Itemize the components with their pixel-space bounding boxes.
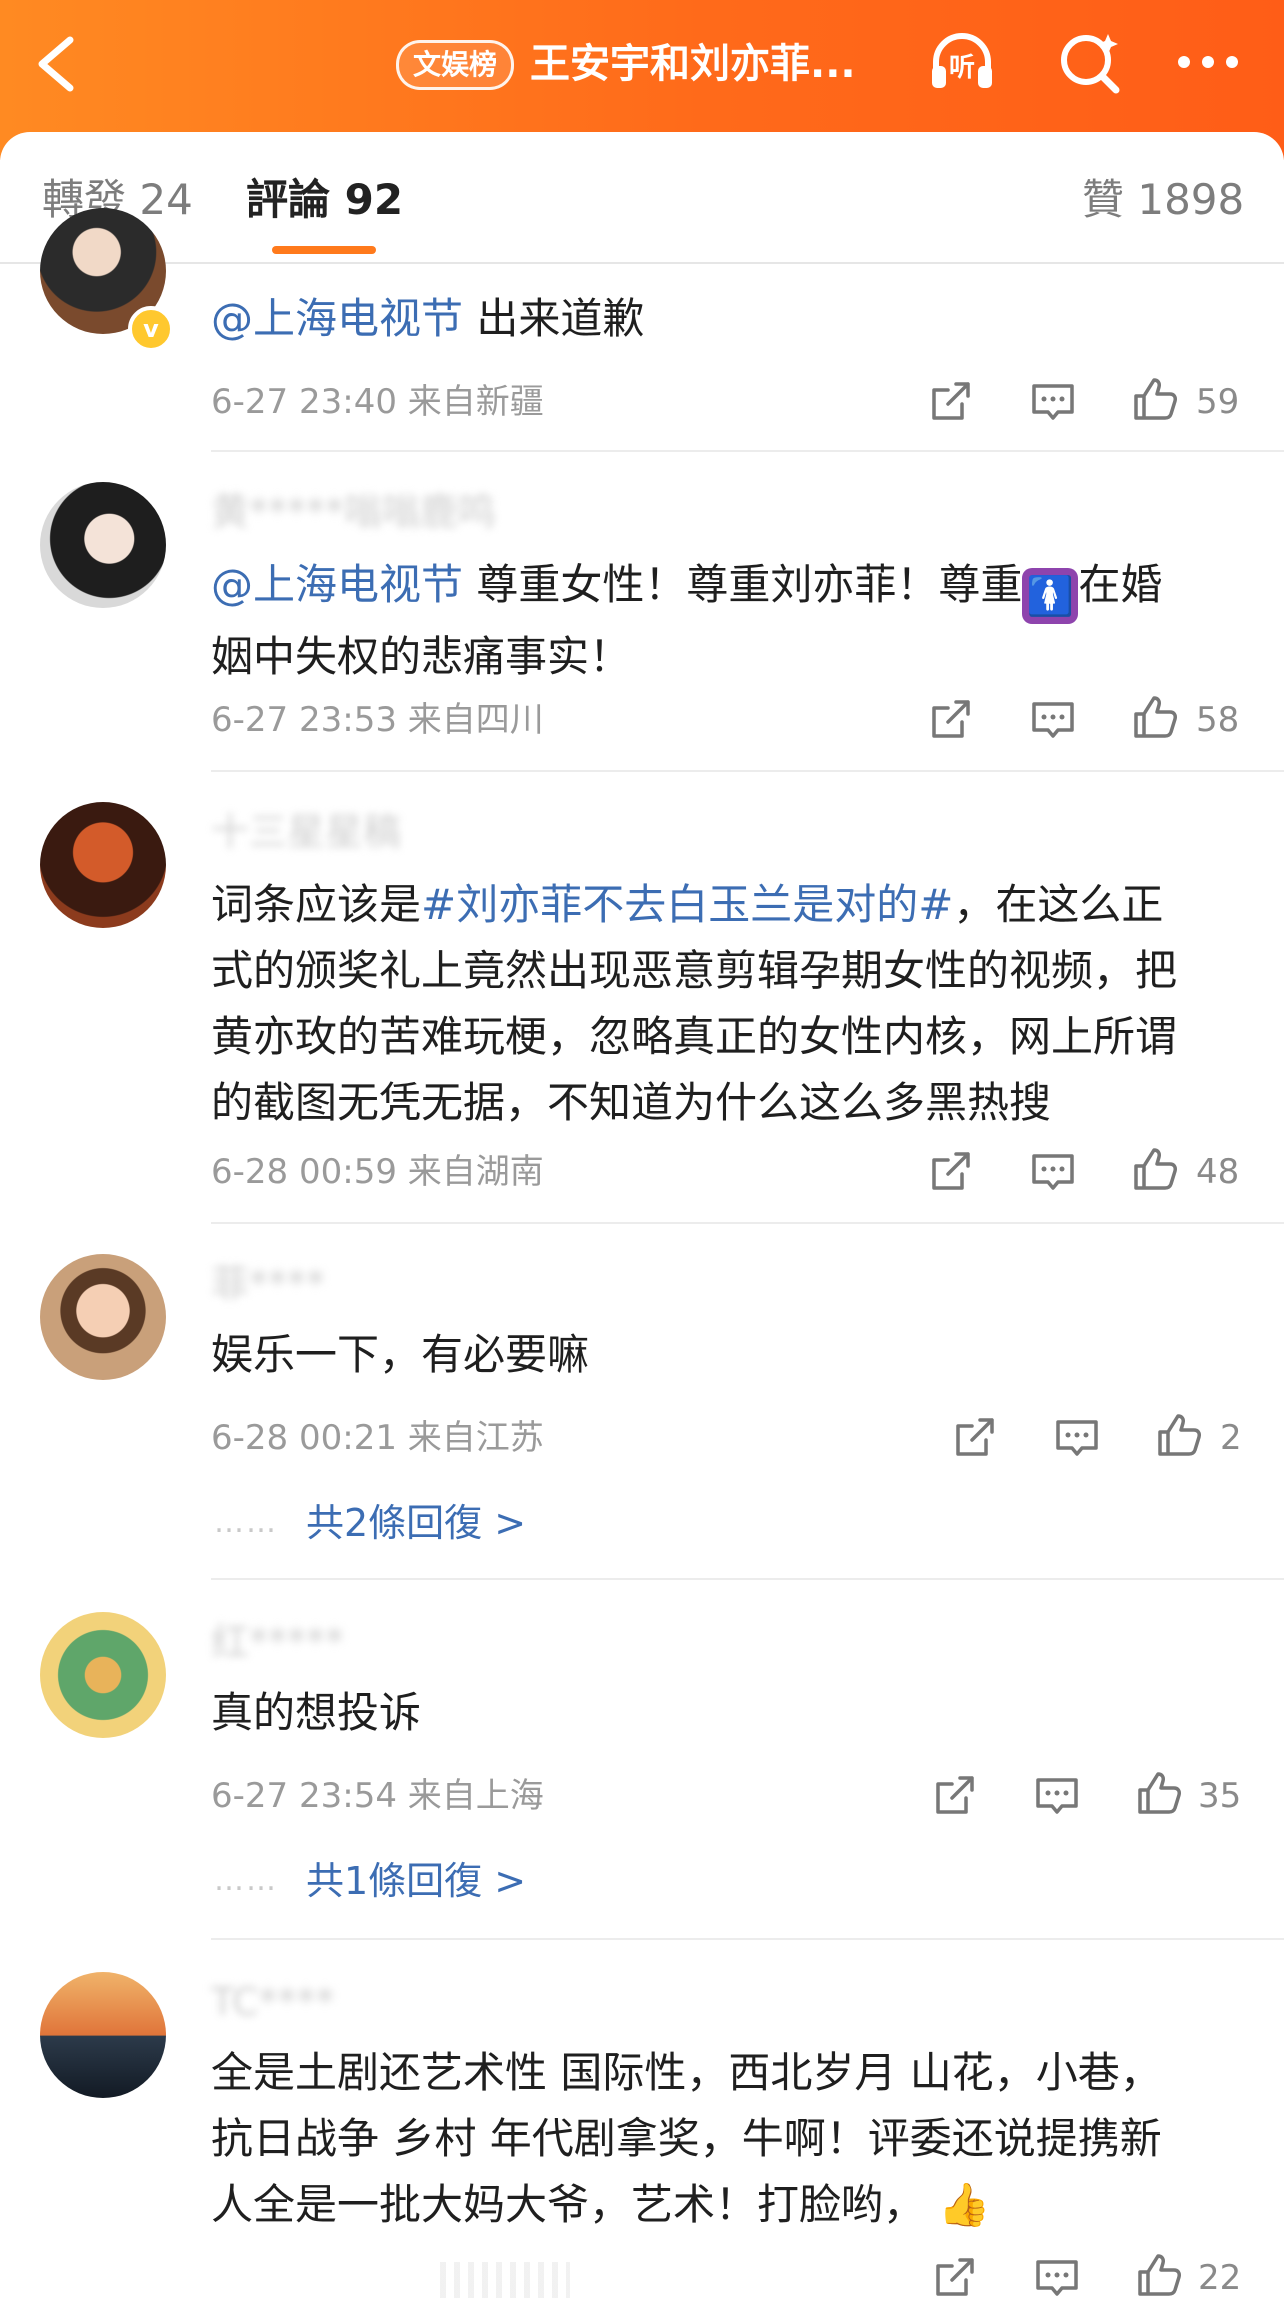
like-count: 59	[1196, 382, 1240, 422]
hashtag-link[interactable]: #刘亦菲不去白玉兰是对的#	[421, 880, 953, 929]
page-title: 王安宇和刘亦菲...	[530, 41, 856, 87]
share-icon[interactable]	[926, 376, 976, 426]
avatar[interactable]	[40, 482, 166, 608]
thumbs-up-icon[interactable]	[1130, 1144, 1180, 1194]
tabs-divider	[0, 262, 1284, 264]
comment-icon[interactable]	[1032, 1770, 1082, 1820]
comment-meta: 6-27 23:40 来自新疆	[211, 380, 544, 424]
username[interactable]: 十三星星稿	[211, 808, 401, 856]
comment-location: 来自江苏	[407, 1418, 544, 1458]
search-sparkle-icon	[1061, 34, 1120, 94]
mention-link[interactable]: @上海电视节	[211, 560, 463, 609]
comment-time: 6-27 23:53	[211, 700, 397, 740]
like-count: 35	[1198, 1776, 1242, 1816]
comment-icon[interactable]	[1028, 694, 1078, 744]
tab-likes[interactable]: 贊 1898	[1082, 170, 1244, 230]
like-count: 48	[1196, 1152, 1240, 1192]
username[interactable]: 黄*****嗡嗡鹿鸣	[211, 488, 496, 536]
replies-dots: ……	[214, 1505, 278, 1540]
avatar[interactable]	[40, 802, 166, 928]
chevron-left-icon	[38, 36, 74, 92]
like-count: 58	[1196, 700, 1240, 740]
comment-time: 6-28 00:21	[211, 1418, 397, 1458]
comment-meta: 6-27 23:54 来自上海	[211, 1774, 544, 1818]
view-replies-link[interactable]: 共1條回復 >	[306, 1856, 526, 1906]
tab-bar: 轉發 24 評論 92 贊 1898	[0, 132, 1284, 264]
comment-time: 6-28 00:59	[211, 1152, 397, 1192]
comment-text: 真的想投诉	[211, 1688, 422, 1737]
comment-time: 6-27 23:54	[211, 1776, 397, 1816]
comment-text: 娱乐一下，有必要嘛	[211, 1330, 590, 1379]
more-button[interactable]	[1172, 26, 1244, 98]
username[interactable]: 红*****	[211, 1618, 344, 1666]
verified-badge: v	[128, 306, 174, 352]
thumbs-up-icon[interactable]	[1130, 692, 1180, 742]
comment-meta: 6-28 00:21 来自江苏	[211, 1416, 544, 1460]
svg-text:听: 听	[949, 53, 975, 83]
comment-text: @上海电视节 尊重女性！尊重刘亦菲！尊重 🚺 在婚 姻中失权的悲痛事实！	[211, 560, 1163, 681]
listen-button[interactable]: 听	[926, 26, 998, 98]
tab-comments[interactable]: 評論 92	[246, 170, 403, 230]
thumbs-up-icon[interactable]	[1134, 1768, 1184, 1818]
headphones-icon: 听	[932, 33, 992, 88]
divider	[211, 1938, 1284, 1940]
comment-meta: 6-27 23:53 来自四川	[211, 698, 544, 742]
share-icon[interactable]	[950, 1412, 1000, 1462]
divider	[211, 770, 1284, 772]
avatar[interactable]	[40, 1612, 166, 1738]
mention-link[interactable]: @上海电视节	[211, 294, 463, 343]
share-icon[interactable]	[930, 1770, 980, 1820]
share-icon[interactable]	[930, 2252, 980, 2302]
divider	[211, 1222, 1284, 1224]
comment-icon[interactable]	[1028, 1146, 1078, 1196]
more-dots-icon	[1178, 56, 1238, 68]
active-tab-indicator	[272, 246, 376, 254]
thumbs-up-icon[interactable]	[1134, 2250, 1184, 2300]
search-button[interactable]	[1054, 26, 1126, 98]
comment-icon[interactable]	[1032, 2252, 1082, 2302]
username[interactable]: 菲****	[211, 1260, 325, 1308]
comment-text: 全是土剧还艺术性 国际性，西北岁月 山花，小巷， 抗日战争 乡村 年代剧拿奖，牛啊…	[211, 2048, 1162, 2229]
view-replies-link[interactable]: 共2條回復 >	[306, 1498, 526, 1548]
thumbs-up-icon[interactable]	[1154, 1410, 1204, 1460]
avatar[interactable]	[40, 1254, 166, 1380]
comment-text: @上海电视节 出来道歉	[211, 294, 645, 343]
avatar[interactable]	[40, 1972, 166, 2098]
comment-meta: 6-28 00:59 来自湖南	[211, 1150, 544, 1194]
comment-location: 来自湖南	[407, 1152, 544, 1192]
comment-location: 来自新疆	[407, 382, 544, 422]
divider	[211, 1578, 1284, 1580]
like-count: 2	[1220, 1418, 1242, 1458]
like-count: 22	[1198, 2258, 1242, 2298]
share-icon[interactable]	[926, 1146, 976, 1196]
comment-icon[interactable]	[1028, 376, 1078, 426]
replies-dots: ……	[214, 1863, 278, 1898]
comment-time: 6-27 23:40	[211, 382, 397, 422]
share-icon[interactable]	[926, 694, 976, 744]
comment-text: 词条应该是#刘亦菲不去白玉兰是对的#，在这么正 式的颁奖礼上竟然出现恶意剪辑孕期女…	[211, 880, 1178, 1127]
hot-list-badge[interactable]: 文娱榜	[396, 40, 515, 90]
divider	[211, 450, 1284, 452]
thumbs-up-emoji: 👍	[938, 2180, 991, 2229]
thumbs-up-icon[interactable]	[1130, 374, 1180, 424]
comment-icon[interactable]	[1052, 1412, 1102, 1462]
back-button[interactable]	[26, 24, 86, 104]
female-sign-emoji: 🚺	[1022, 568, 1079, 624]
comment-location: 来自四川	[407, 700, 544, 740]
username[interactable]: TC****	[211, 1978, 335, 2026]
ghost-text-fragment	[440, 2262, 570, 2298]
comment-location: 来自上海	[407, 1776, 544, 1816]
